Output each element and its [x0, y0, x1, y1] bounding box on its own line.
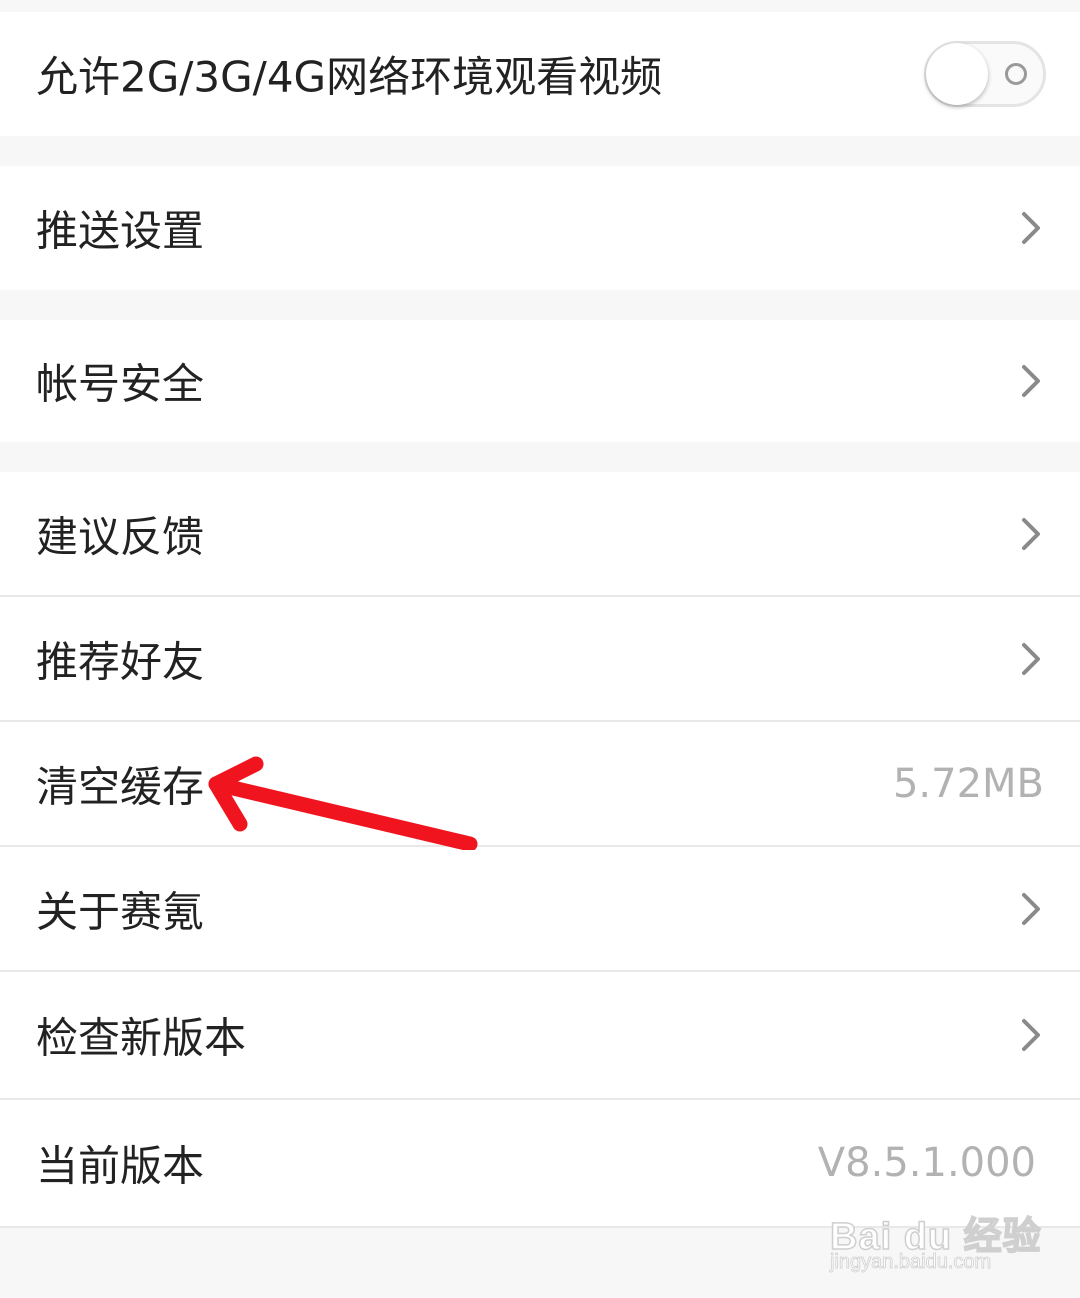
chevron-right-icon [1022, 892, 1040, 925]
chevron-right-icon [1022, 518, 1040, 550]
account-security-label: 帐号安全 [36, 359, 205, 409]
check-update-label: 检查新版本 [36, 1013, 247, 1063]
settings-row-push[interactable]: 推送设置 [0, 166, 1080, 290]
cache-size-value: 5.72MB [892, 760, 1044, 807]
baidu-jingyan-watermark: Bai du 经验 jingyan.baidu.com [829, 1205, 1041, 1280]
current-version-label: 当前版本 [36, 1141, 205, 1191]
settings-row-clear-cache[interactable]: 清空缓存 5.72MB [0, 722, 1080, 845]
network-video-label: 允许2G/3G/4G网络环境观看视频 [36, 52, 663, 102]
settings-row-network-video: 允许2G/3G/4G网络环境观看视频 [0, 12, 1080, 136]
feedback-label: 建议反馈 [36, 512, 205, 562]
chevron-right-icon [1022, 1019, 1040, 1051]
toggle-off-indicator-icon [1005, 63, 1027, 85]
network-video-toggle[interactable] [924, 41, 1046, 107]
toggle-knob [926, 43, 988, 105]
push-settings-label: 推送设置 [36, 206, 205, 256]
about-label: 关于赛氪 [36, 887, 205, 936]
chevron-right-icon [1022, 212, 1040, 244]
settings-row-account-security[interactable]: 帐号安全 [0, 320, 1080, 442]
watermark-url-text: jingyan.baidu.com [830, 1251, 992, 1274]
settings-row-recommend-friends[interactable]: 推荐好友 [0, 597, 1080, 720]
recommend-friends-label: 推荐好友 [36, 637, 205, 686]
settings-row-about[interactable]: 关于赛氪 [0, 847, 1080, 970]
settings-row-feedback[interactable]: 建议反馈 [0, 472, 1080, 596]
clear-cache-label: 清空缓存 [36, 762, 205, 811]
chevron-right-icon [1022, 365, 1040, 397]
chevron-right-icon [1022, 642, 1040, 675]
settings-row-check-update[interactable]: 检查新版本 [0, 972, 1080, 1098]
version-number-value: V8.5.1.000 [817, 1140, 1036, 1186]
red-arrow-annotation-icon [208, 756, 478, 850]
